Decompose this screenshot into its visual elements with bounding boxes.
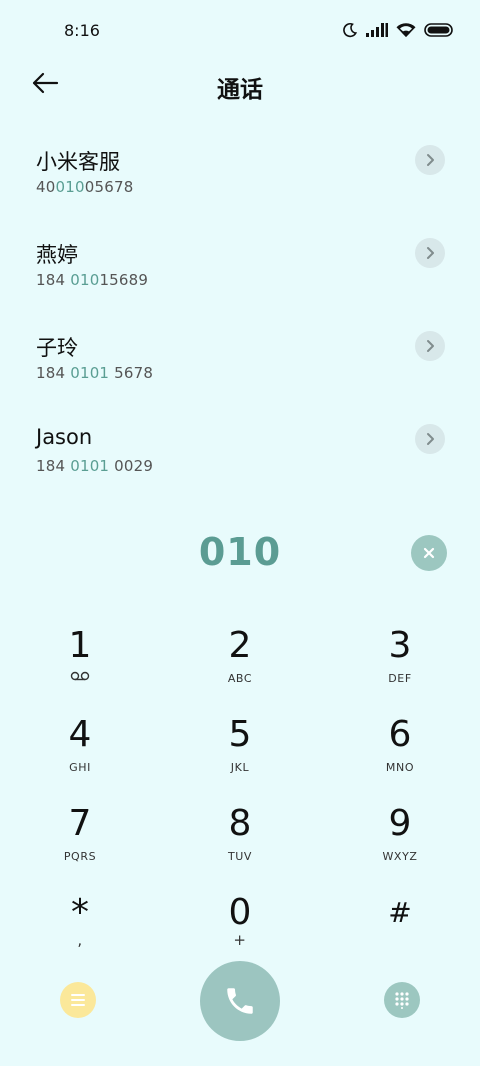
contact-name: 子玲	[36, 336, 78, 360]
key-2[interactable]: 2 ABC	[160, 620, 320, 709]
key-digit: 9	[388, 803, 412, 844]
key-letters: ,	[77, 931, 83, 949]
key-letters: DEF	[388, 672, 412, 685]
status-time: 8:16	[64, 21, 100, 40]
contact-row[interactable]: 小米客服 4001005678	[0, 130, 480, 223]
contact-number: 184 01015689	[36, 271, 149, 289]
key-8[interactable]: 8 TUV	[160, 798, 320, 887]
contact-row[interactable]: Jason 184 0101 0029	[0, 409, 480, 502]
chevron-right-icon	[427, 154, 434, 166]
moon-icon	[343, 22, 358, 38]
contact-detail-button[interactable]	[415, 145, 445, 175]
key-digit: #	[388, 896, 412, 929]
key-digit: *	[71, 892, 89, 933]
call-button[interactable]	[200, 961, 280, 1041]
signal-icon	[366, 23, 388, 37]
contact-number: 4001005678	[36, 178, 134, 196]
close-icon	[423, 547, 435, 559]
key-9[interactable]: 9 WXYZ	[320, 798, 480, 887]
wifi-icon	[396, 22, 416, 37]
contact-name: 燕婷	[36, 243, 78, 267]
key-letters: ABC	[227, 672, 253, 685]
dialpad-toggle-button[interactable]	[384, 982, 420, 1018]
contact-detail-button[interactable]	[415, 424, 445, 454]
page-title: 通话	[217, 77, 263, 103]
status-bar: 8:16	[0, 0, 480, 62]
key-letters: JKL	[230, 761, 250, 774]
key-letters: +	[233, 931, 247, 949]
key-digit: 8	[228, 803, 252, 844]
key-letters: MNO	[385, 761, 415, 774]
contact-row[interactable]: 燕婷 184 01015689	[0, 223, 480, 316]
key-letters: TUV	[227, 850, 253, 863]
key-letters: WXYZ	[382, 850, 418, 863]
key-digit: 7	[68, 803, 92, 844]
key-5[interactable]: 5 JKL	[160, 709, 320, 798]
battery-icon	[424, 23, 453, 37]
key-digit: 4	[68, 714, 92, 755]
contact-name: 小米客服	[36, 150, 120, 174]
menu-icon	[71, 994, 85, 1006]
key-letters: PQRS	[63, 850, 97, 863]
contact-number: 184 0101 0029	[36, 457, 154, 475]
dialed-number: 010	[198, 530, 282, 574]
dialpad-icon	[395, 992, 409, 1009]
contact-name: Jason	[36, 425, 93, 449]
contact-detail-button[interactable]	[415, 331, 445, 361]
voicemail-icon	[70, 671, 90, 681]
key-digit: 2	[228, 625, 252, 666]
key-digit: 5	[228, 714, 252, 755]
key-digit: 6	[388, 714, 412, 755]
key-digit: 0	[228, 892, 252, 933]
key-6[interactable]: 6 MNO	[320, 709, 480, 798]
contact-number: 184 0101 5678	[36, 364, 154, 382]
contact-detail-button[interactable]	[415, 238, 445, 268]
chevron-right-icon	[427, 247, 434, 259]
contact-row[interactable]: 子玲 184 0101 5678	[0, 316, 480, 409]
status-icons	[342, 22, 454, 38]
key-4[interactable]: 4 GHI	[0, 709, 160, 798]
contact-list: 小米客服 4001005678 燕婷 184 01015689 子玲 184 0…	[0, 130, 480, 502]
chevron-right-icon	[427, 340, 434, 352]
top-bar: 通话	[0, 62, 480, 106]
key-digit: 3	[388, 625, 412, 666]
key-letters: GHI	[69, 761, 91, 774]
bottom-actions	[0, 960, 480, 1046]
key-1[interactable]: 1	[0, 620, 160, 709]
keypad: 1 2 ABC 3 DEF 4 GHI 5 JKL 6 MNO 7 PQRS 8…	[0, 620, 480, 976]
key-7[interactable]: 7 PQRS	[0, 798, 160, 887]
menu-button[interactable]	[60, 982, 96, 1018]
chevron-right-icon	[427, 433, 434, 445]
clear-button[interactable]	[411, 535, 447, 571]
key-3[interactable]: 3 DEF	[320, 620, 480, 709]
key-digit: 1	[68, 625, 92, 666]
phone-icon	[227, 988, 253, 1014]
